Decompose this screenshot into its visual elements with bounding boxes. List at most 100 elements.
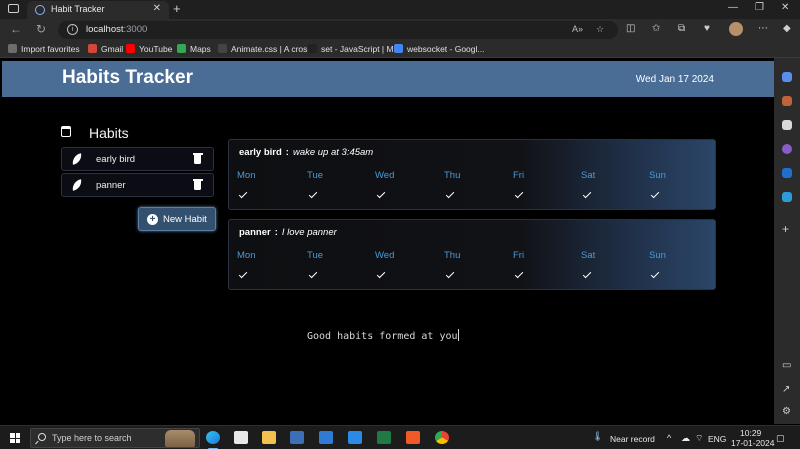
browser-tab-habit-tracker[interactable]: Habit Tracker ✕: [27, 1, 169, 19]
checkmark-icon[interactable]: [514, 269, 524, 279]
tab-actions-icon[interactable]: [8, 4, 19, 13]
add-sidebar-icon[interactable]: +: [782, 222, 789, 236]
brave-app-icon[interactable]: [406, 431, 420, 444]
day-label: Mon: [237, 170, 256, 181]
checkmark-icon[interactable]: [445, 189, 455, 199]
bookmark-favicon-icon: [308, 44, 317, 53]
cloud-icon[interactable]: ☁: [681, 433, 690, 444]
trash-icon[interactable]: [192, 179, 203, 190]
checkmark-icon[interactable]: [238, 269, 248, 279]
habit-list-item[interactable]: early bird: [61, 147, 214, 171]
checkmark-icon[interactable]: [308, 189, 318, 199]
games-icon[interactable]: [782, 120, 792, 130]
trash-icon[interactable]: [192, 153, 203, 164]
checkmark-icon[interactable]: [514, 189, 524, 199]
refresh-icon[interactable]: ↻: [36, 22, 46, 36]
checkmark-icon[interactable]: [376, 189, 386, 199]
search-highlight-image: [165, 430, 195, 447]
clock-time[interactable]: 10:29: [740, 428, 761, 438]
checkmark-icon[interactable]: [582, 189, 592, 199]
xampp-app-icon[interactable]: [290, 431, 304, 444]
new-tab-icon[interactable]: +: [173, 1, 181, 16]
vscode-app-icon[interactable]: [348, 431, 362, 444]
show-hidden-icons-icon[interactable]: ^: [667, 433, 671, 443]
bookmark-item[interactable]: YouTube: [126, 44, 172, 54]
windows-start-icon[interactable]: [10, 433, 20, 443]
hide-sidebar-icon[interactable]: ▭: [782, 360, 791, 371]
site-info-icon[interactable]: i: [67, 24, 78, 35]
bookmark-favicon-icon: [394, 44, 403, 53]
store-app-icon[interactable]: [234, 431, 248, 444]
close-window-icon[interactable]: ✕: [781, 2, 789, 13]
split-screen-icon[interactable]: ◫: [626, 23, 635, 34]
bookmark-label: Animate.css | A cros...: [231, 44, 315, 54]
browser-toolbar: ← ↻ i localhost:3000 A» ☆ ◫ ✩ ⧉ ♥ ⋯ ◆: [0, 19, 800, 41]
favorites-icon[interactable]: ✩: [652, 23, 660, 34]
app-title: Habits Tracker: [62, 67, 193, 88]
notifications-icon[interactable]: ▢: [776, 433, 785, 444]
shopping-tag-icon[interactable]: [782, 72, 792, 82]
wifi-icon[interactable]: ⌔: [695, 433, 703, 444]
bookmark-item[interactable]: Import favorites: [8, 44, 80, 54]
checkmark-icon[interactable]: [445, 269, 455, 279]
language-indicator[interactable]: ENG: [708, 434, 726, 444]
collections-icon[interactable]: ⧉: [678, 23, 685, 34]
tools-icon[interactable]: [782, 96, 792, 106]
bookmark-label: YouTube: [139, 44, 173, 54]
profile-avatar[interactable]: [729, 22, 743, 36]
checkmark-icon[interactable]: [582, 269, 592, 279]
day-label: Fri: [513, 250, 525, 261]
bookmarks-bar: Import favorites Gmail YouTube Maps Animate.…: [0, 41, 800, 58]
bookmark-item[interactable]: set - JavaScript | M...: [308, 44, 401, 54]
copilot-icon[interactable]: ◆: [783, 23, 791, 34]
leaf-icon: [71, 179, 83, 191]
day-label: Tue: [307, 250, 324, 261]
minimize-icon[interactable]: —: [728, 2, 738, 13]
tab-title: Habit Tracker: [51, 4, 105, 14]
read-aloud-icon[interactable]: A»: [572, 24, 583, 34]
bookmark-item[interactable]: Gmail: [88, 44, 123, 54]
bookmark-label: Maps: [190, 44, 211, 54]
bookmark-item[interactable]: Animate.css | A cros...: [218, 44, 314, 54]
checkmark-icon[interactable]: [650, 189, 660, 199]
calendar-icon: [61, 126, 71, 137]
chrome-app-icon[interactable]: [435, 431, 449, 444]
checkmark-icon[interactable]: [376, 269, 386, 279]
favorite-star-icon[interactable]: ☆: [596, 24, 604, 35]
bookmark-favicon-icon: [126, 44, 135, 53]
checkmark-icon[interactable]: [238, 189, 248, 199]
day-label: Sat: [581, 250, 596, 261]
restore-icon[interactable]: ❐: [755, 2, 764, 13]
checkmark-icon[interactable]: [650, 269, 660, 279]
day-label: Thu: [444, 250, 461, 261]
mail-app-icon[interactable]: [319, 431, 333, 444]
clock-date[interactable]: 17-01-2024: [731, 438, 774, 448]
new-habit-button[interactable]: + New Habit: [138, 207, 216, 231]
weather-status[interactable]: Near record: [610, 434, 655, 444]
outlook-icon[interactable]: [782, 168, 792, 178]
bookmark-item[interactable]: websocket - Googl...: [394, 44, 484, 54]
excel-app-icon[interactable]: [377, 431, 391, 444]
file-explorer-icon[interactable]: [262, 431, 276, 444]
external-link-icon[interactable]: ↗: [782, 384, 790, 395]
day-label: Wed: [375, 170, 395, 181]
edge-app-icon[interactable]: [206, 431, 220, 444]
copilot-sidebar-icon[interactable]: [782, 144, 792, 154]
more-menu-icon[interactable]: ⋯: [758, 23, 768, 34]
close-tab-icon[interactable]: ✕: [153, 3, 161, 14]
day-label: Sat: [581, 170, 596, 181]
habit-card-description: I love panner: [281, 227, 337, 238]
address-bar[interactable]: i localhost:3000 A» ☆: [58, 21, 618, 39]
sidebar-settings-icon[interactable]: ⚙: [782, 406, 791, 417]
back-icon[interactable]: ←: [10, 22, 22, 36]
bookmark-item[interactable]: Maps: [177, 44, 211, 54]
taskbar-search[interactable]: Type here to search: [30, 428, 200, 448]
day-label: Wed: [375, 250, 395, 261]
telegram-icon[interactable]: [782, 192, 792, 202]
habit-list-item[interactable]: panner: [61, 173, 214, 197]
bookmark-favicon-icon: [88, 44, 97, 53]
habit-name: early bird: [96, 154, 136, 165]
url-text[interactable]: localhost:3000: [86, 24, 147, 35]
checkmark-icon[interactable]: [308, 269, 318, 279]
browser-essentials-icon[interactable]: ♥: [704, 23, 710, 34]
